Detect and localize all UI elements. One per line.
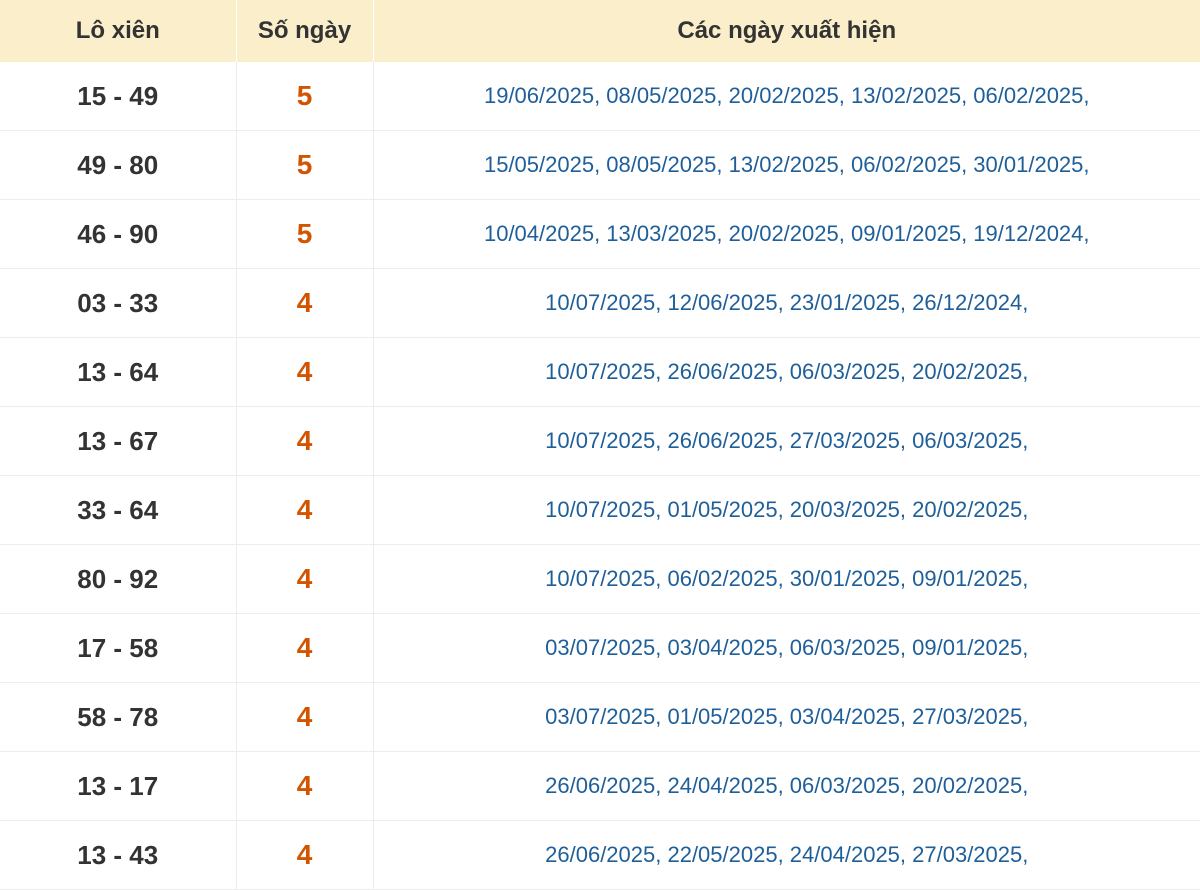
table-row: 58 - 78 4 03/07/2025, 01/05/2025, 03/04/…	[0, 682, 1200, 752]
count-cell: 4	[236, 475, 374, 545]
table-row: 46 - 90 5 10/04/2025, 13/03/2025, 20/02/…	[0, 199, 1200, 269]
table-row: 15 - 49 5 19/06/2025, 08/05/2025, 20/02/…	[0, 62, 1200, 131]
table-body: 15 - 49 5 19/06/2025, 08/05/2025, 20/02/…	[0, 62, 1200, 890]
table-row: 33 - 64 4 10/07/2025, 01/05/2025, 20/03/…	[0, 475, 1200, 545]
dates-cell: 19/06/2025, 08/05/2025, 20/02/2025, 13/0…	[373, 62, 1200, 131]
pair-cell: 15 - 49	[0, 62, 237, 131]
count-cell: 4	[236, 820, 374, 890]
table-row: 49 - 80 5 15/05/2025, 08/05/2025, 13/02/…	[0, 130, 1200, 200]
table-row: 13 - 67 4 10/07/2025, 26/06/2025, 27/03/…	[0, 406, 1200, 476]
pair-cell: 17 - 58	[0, 613, 237, 683]
table-row: 13 - 64 4 10/07/2025, 26/06/2025, 06/03/…	[0, 337, 1200, 407]
dates-cell: 10/07/2025, 26/06/2025, 06/03/2025, 20/0…	[373, 337, 1200, 407]
count-cell: 5	[236, 130, 374, 200]
header-dates: Các ngày xuất hiện	[373, 0, 1200, 62]
count-cell: 4	[236, 268, 374, 338]
count-cell: 4	[236, 751, 374, 821]
dates-cell: 03/07/2025, 03/04/2025, 06/03/2025, 09/0…	[373, 613, 1200, 683]
dates-cell: 10/07/2025, 26/06/2025, 27/03/2025, 06/0…	[373, 406, 1200, 476]
pair-cell: 13 - 17	[0, 751, 237, 821]
lo-xien-table: Lô xiên Số ngày Các ngày xuất hiện 15 - …	[0, 0, 1200, 890]
header-pair: Lô xiên	[0, 0, 237, 62]
pair-cell: 13 - 67	[0, 406, 237, 476]
dates-cell: 10/07/2025, 06/02/2025, 30/01/2025, 09/0…	[373, 544, 1200, 614]
dates-cell: 03/07/2025, 01/05/2025, 03/04/2025, 27/0…	[373, 682, 1200, 752]
count-cell: 4	[236, 337, 374, 407]
header-row: Lô xiên Số ngày Các ngày xuất hiện	[0, 0, 1200, 62]
header-count: Số ngày	[236, 0, 374, 62]
pair-cell: 49 - 80	[0, 130, 237, 200]
count-cell: 5	[236, 62, 374, 131]
dates-cell: 10/07/2025, 01/05/2025, 20/03/2025, 20/0…	[373, 475, 1200, 545]
table-row: 80 - 92 4 10/07/2025, 06/02/2025, 30/01/…	[0, 544, 1200, 614]
count-cell: 4	[236, 613, 374, 683]
dates-cell: 15/05/2025, 08/05/2025, 13/02/2025, 06/0…	[373, 130, 1200, 200]
dates-cell: 26/06/2025, 24/04/2025, 06/03/2025, 20/0…	[373, 751, 1200, 821]
pair-cell: 13 - 43	[0, 820, 237, 890]
count-cell: 4	[236, 682, 374, 752]
dates-cell: 26/06/2025, 22/05/2025, 24/04/2025, 27/0…	[373, 820, 1200, 890]
count-cell: 4	[236, 406, 374, 476]
pair-cell: 46 - 90	[0, 199, 237, 269]
table-row: 13 - 17 4 26/06/2025, 24/04/2025, 06/03/…	[0, 751, 1200, 821]
table-row: 17 - 58 4 03/07/2025, 03/04/2025, 06/03/…	[0, 613, 1200, 683]
table-row: 03 - 33 4 10/07/2025, 12/06/2025, 23/01/…	[0, 268, 1200, 338]
pair-cell: 80 - 92	[0, 544, 237, 614]
count-cell: 5	[236, 199, 374, 269]
pair-cell: 03 - 33	[0, 268, 237, 338]
table-row: 13 - 43 4 26/06/2025, 22/05/2025, 24/04/…	[0, 820, 1200, 890]
dates-cell: 10/07/2025, 12/06/2025, 23/01/2025, 26/1…	[373, 268, 1200, 338]
count-cell: 4	[236, 544, 374, 614]
dates-cell: 10/04/2025, 13/03/2025, 20/02/2025, 09/0…	[373, 199, 1200, 269]
pair-cell: 58 - 78	[0, 682, 237, 752]
pair-cell: 13 - 64	[0, 337, 237, 407]
pair-cell: 33 - 64	[0, 475, 237, 545]
table-header: Lô xiên Số ngày Các ngày xuất hiện	[0, 0, 1200, 62]
